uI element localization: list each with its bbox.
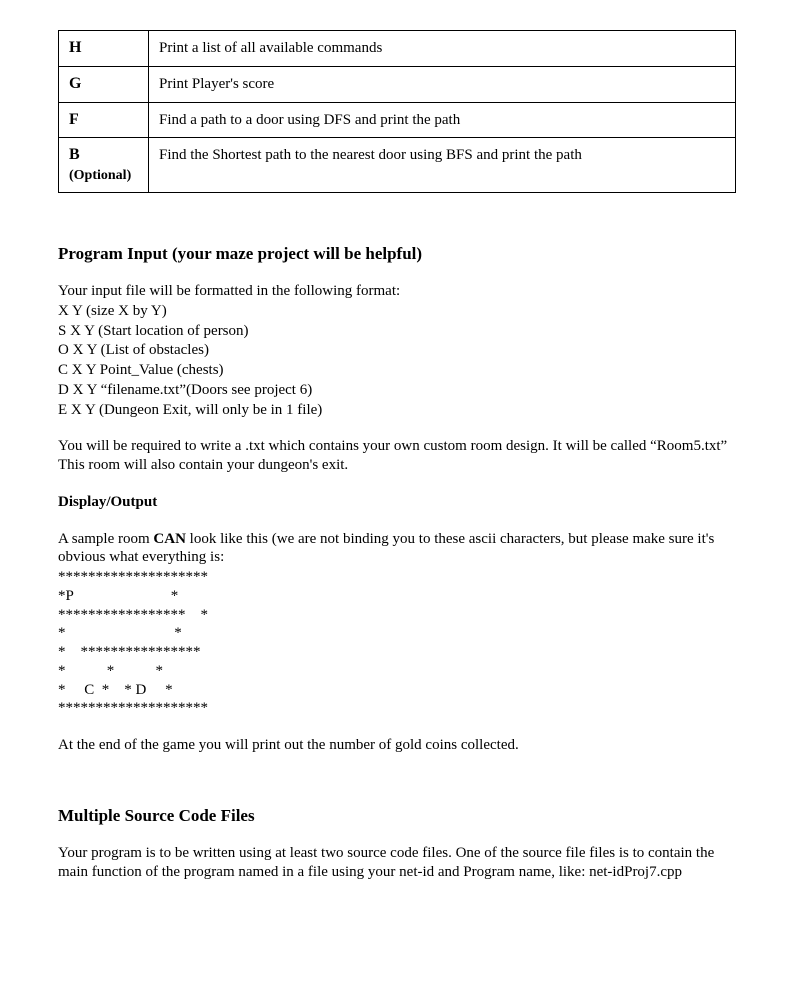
cmd-cell: B (Optional) (59, 138, 149, 193)
cmd-key: B (69, 146, 80, 163)
multiple-source-body: Your program is to be written using at l… (58, 844, 736, 882)
ascii-room: ******************** *P * **************… (58, 568, 736, 718)
cmd-optional: (Optional) (69, 167, 138, 185)
heading-display-output: Display/Output (58, 493, 736, 512)
input-format-block: Your input file will be formatted in the… (58, 282, 736, 419)
cmd-desc: Print Player's score (149, 66, 736, 102)
table-row: G Print Player's score (59, 66, 736, 102)
cmd-cell: G (59, 66, 149, 102)
heading-program-input: Program Input (your maze project will be… (58, 243, 736, 264)
heading-multiple-source: Multiple Source Code Files (58, 805, 736, 826)
input-line: D X Y “filename.txt”(Doors see project 6… (58, 381, 736, 400)
display-intro: A sample room CAN look like this (we are… (58, 530, 736, 568)
display-intro-pre: A sample room (58, 531, 153, 547)
cmd-desc: Find the Shortest path to the nearest do… (149, 138, 736, 193)
input-line: O X Y (List of obstacles) (58, 341, 736, 360)
cmd-key: H (69, 39, 81, 56)
cmd-cell: F (59, 102, 149, 138)
cmd-desc: Print a list of all available commands (149, 31, 736, 67)
input-line: C X Y Point_Value (chests) (58, 361, 736, 380)
input-line: S X Y (Start location of person) (58, 322, 736, 341)
table-row: H Print a list of all available commands (59, 31, 736, 67)
cmd-cell: H (59, 31, 149, 67)
input-line: X Y (size X by Y) (58, 302, 736, 321)
cmd-key: G (69, 75, 81, 92)
custom-room-note: You will be required to write a .txt whi… (58, 437, 736, 475)
table-row: B (Optional) Find the Shortest path to t… (59, 138, 736, 193)
input-intro: Your input file will be formatted in the… (58, 282, 736, 301)
commands-table: H Print a list of all available commands… (58, 30, 736, 193)
display-intro-bold: CAN (153, 531, 186, 547)
cmd-key: F (69, 111, 79, 128)
cmd-desc: Find a path to a door using DFS and prin… (149, 102, 736, 138)
table-row: F Find a path to a door using DFS and pr… (59, 102, 736, 138)
end-game-note: At the end of the game you will print ou… (58, 736, 736, 755)
input-line: E X Y (Dungeon Exit, will only be in 1 f… (58, 401, 736, 420)
